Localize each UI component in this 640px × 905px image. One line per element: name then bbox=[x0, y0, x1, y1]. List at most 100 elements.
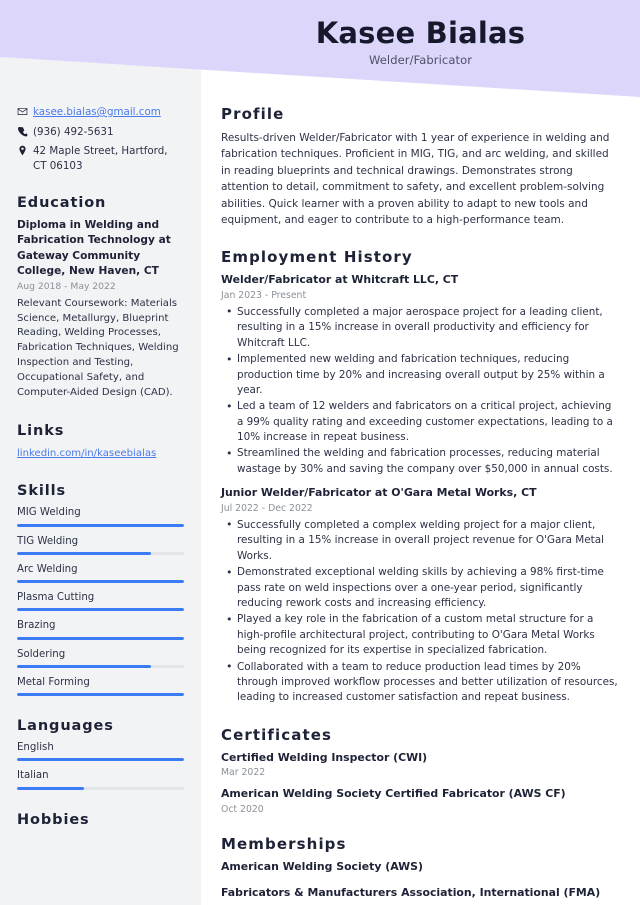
membership-item: Fabricators & Manufacturers Association,… bbox=[221, 885, 601, 899]
skill-bar-fill bbox=[17, 693, 184, 697]
job-entry: Junior Welder/Fabricator at O'Gara Metal… bbox=[221, 486, 618, 705]
skill: Metal Forming bbox=[17, 676, 184, 697]
certificate-entry: American Welding Society Certified Fabri… bbox=[221, 787, 618, 815]
skill: MIG Welding bbox=[17, 506, 184, 527]
skill-bar-track bbox=[17, 523, 184, 527]
job-bullets: Successfully completed a complex welding… bbox=[221, 517, 618, 706]
contact-value: 42 Maple Street, Hartford, CT 06103 bbox=[33, 145, 168, 172]
certificate-date: Mar 2022 bbox=[221, 767, 266, 779]
job-bullets: Successfully completed a major aerospace… bbox=[221, 304, 618, 477]
jobs-list: Welder/Fabricator at Whitcraft LLC, CT Ja… bbox=[221, 273, 618, 705]
education-date: Aug 2018 - May 2022 bbox=[17, 280, 116, 292]
skill-label: Brazing bbox=[17, 620, 56, 632]
education-entry: Diploma in Welding and Fabrication Techn… bbox=[17, 218, 184, 401]
skill-bar-fill bbox=[17, 636, 184, 640]
education-description: Relevant Coursework: Materials Science, … bbox=[17, 297, 179, 399]
job-bullet: Successfully completed a complex welding… bbox=[221, 517, 618, 564]
education-heading: Education bbox=[17, 195, 107, 212]
languages-list: English Italian bbox=[17, 741, 184, 790]
skill-bar-track bbox=[17, 580, 184, 584]
sidebar-content: kasee.bialas@gmail.com (936) 492-5631 42 M… bbox=[17, 0, 184, 828]
contact-row: (936) 492-5631 bbox=[17, 125, 184, 140]
skill: TIG Welding bbox=[17, 535, 184, 555]
contact-row: 42 Maple Street, Hartford, CT 06103 bbox=[17, 144, 184, 173]
employment-section: Employment History Welder/Fabricator at … bbox=[221, 248, 618, 705]
skill-label: Plasma Cutting bbox=[17, 592, 95, 604]
certificate-entry: Certified Welding Inspector (CWI) Mar 202… bbox=[221, 751, 618, 779]
job-bullet: Demonstrated exceptional welding skills … bbox=[221, 565, 618, 611]
skill-bar-fill bbox=[17, 523, 184, 527]
languages-heading: Languages bbox=[17, 718, 114, 735]
language-bar-fill bbox=[17, 758, 184, 762]
contact-list: kasee.bialas@gmail.com (936) 492-5631 42 M… bbox=[17, 105, 184, 173]
job-title: Junior Welder/Fabricator at O'Gara Metal… bbox=[221, 486, 537, 500]
job-date: Jul 2022 - Dec 2022 bbox=[221, 502, 313, 514]
skill-bar-fill bbox=[17, 580, 184, 584]
envelope-icon bbox=[17, 105, 33, 117]
job-title: Welder/Fabricator at Whitcraft LLC, CT bbox=[221, 273, 459, 287]
header-text-block: Kasee Bialas Welder/Fabricator bbox=[201, 0, 640, 68]
job-entry: Welder/Fabricator at Whitcraft LLC, CT Ja… bbox=[221, 273, 618, 477]
contact-value: (936) 492-5631 bbox=[33, 125, 114, 138]
skill-label: TIG Welding bbox=[17, 535, 79, 547]
certificate-name: American Welding Society Certified Fabri… bbox=[221, 787, 566, 801]
certificates-list: Certified Welding Inspector (CWI) Mar 202… bbox=[221, 751, 618, 815]
language-bar-fill bbox=[17, 786, 84, 790]
skill-bar-track bbox=[17, 608, 184, 612]
skill: Brazing bbox=[17, 619, 184, 640]
language: Italian bbox=[17, 769, 184, 790]
skill-bar-track bbox=[17, 636, 184, 640]
profile-text: Results-driven Welder/Fabricator with 1 … bbox=[221, 132, 610, 226]
job-date: Jan 2023 - Present bbox=[221, 289, 307, 301]
skill: Plasma Cutting bbox=[17, 591, 184, 612]
skill: Soldering bbox=[17, 648, 184, 668]
language-label: English bbox=[17, 742, 54, 754]
profile-section: Profile Results-driven Welder/Fabricator… bbox=[221, 105, 618, 228]
job-bullet: Implemented new welding and fabrication … bbox=[221, 352, 618, 398]
skill: Arc Welding bbox=[17, 563, 184, 584]
job-bullet: Streamlined the welding and fabrication … bbox=[221, 446, 618, 477]
hobbies-heading: Hobbies bbox=[17, 811, 90, 828]
job-bullet: Played a key role in the fabrication of … bbox=[221, 612, 618, 658]
phone-icon bbox=[17, 125, 33, 137]
job-bullet: Collaborated with a team to reduce produ… bbox=[221, 659, 618, 706]
job-bullet: Successfully completed a major aerospace… bbox=[221, 304, 618, 351]
certificates-section: Certificates Certified Welding Inspector… bbox=[221, 726, 618, 815]
skill-label: Soldering bbox=[17, 648, 66, 660]
skills-heading: Skills bbox=[17, 483, 67, 500]
resume-page: kasee.bialas@gmail.com (936) 492-5631 42 M… bbox=[0, 0, 640, 905]
link-url[interactable]: linkedin.com/in/kaseebialas bbox=[17, 448, 156, 459]
contact-row: kasee.bialas@gmail.com bbox=[17, 105, 184, 120]
skill-label: Metal Forming bbox=[17, 676, 90, 688]
skill-bar-track bbox=[17, 664, 184, 668]
skill-bar-fill bbox=[17, 551, 151, 555]
job-bullet: Led a team of 12 welders and fabricators… bbox=[221, 399, 618, 445]
memberships-section: Memberships American Welding Society (AW… bbox=[221, 835, 618, 900]
language: English bbox=[17, 741, 184, 762]
contact-value[interactable]: kasee.bialas@gmail.com bbox=[33, 105, 184, 120]
employment-heading: Employment History bbox=[221, 248, 413, 267]
memberships-list: American Welding Society (AWS) Fabricator… bbox=[221, 860, 618, 900]
education-title: Diploma in Welding and Fabrication Techn… bbox=[17, 219, 171, 277]
location-pin-icon bbox=[17, 144, 33, 156]
skill-bar-fill bbox=[17, 664, 151, 668]
certificates-heading: Certificates bbox=[221, 725, 333, 744]
certificate-name: Certified Welding Inspector (CWI) bbox=[221, 750, 428, 764]
links-list: linkedin.com/in/kaseebialas bbox=[17, 446, 184, 461]
skill-bar-fill bbox=[17, 608, 184, 612]
skill-label: Arc Welding bbox=[17, 563, 78, 575]
page-title: Kasee Bialas bbox=[315, 16, 526, 50]
memberships-heading: Memberships bbox=[221, 835, 347, 854]
contact-link[interactable]: kasee.bialas@gmail.com bbox=[33, 106, 161, 118]
link-item[interactable]: linkedin.com/in/kaseebialas bbox=[17, 446, 184, 461]
skill-bar-track bbox=[17, 551, 184, 555]
language-label: Italian bbox=[17, 770, 49, 782]
main-column: Profile Results-driven Welder/Fabricator… bbox=[201, 0, 640, 905]
certificate-date: Oct 2020 bbox=[221, 804, 264, 816]
profile-heading: Profile bbox=[221, 105, 285, 123]
membership-item: American Welding Society (AWS) bbox=[221, 860, 423, 874]
skill-bar-track bbox=[17, 693, 184, 697]
job-role-subtitle: Welder/Fabricator bbox=[368, 53, 473, 68]
sidebar: kasee.bialas@gmail.com (936) 492-5631 42 M… bbox=[0, 0, 201, 905]
education-list: Diploma in Welding and Fabrication Techn… bbox=[17, 218, 184, 401]
